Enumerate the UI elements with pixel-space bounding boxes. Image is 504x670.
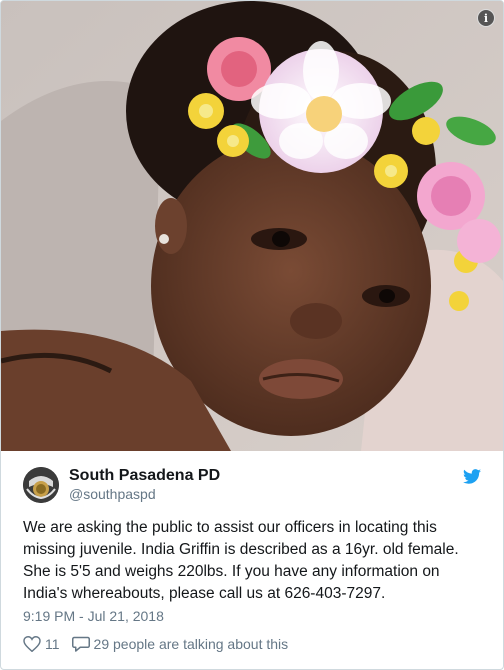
user-handle[interactable]: @southpaspd [69, 485, 220, 503]
talking-count: 29 people are talking about this [93, 635, 289, 652]
tweet-text: We are asking the public to assist our o… [23, 519, 459, 602]
photo-image [1, 1, 503, 451]
tweet-author[interactable]: South Pasadena PD @southpaspd [23, 466, 220, 503]
author-names: South Pasadena PD @southpaspd [69, 466, 220, 503]
speech-bubble-icon [71, 636, 90, 652]
tweet-actions: 11 29 people are talking about this [23, 635, 288, 652]
tweet-timestamp[interactable]: 9:19 PM - Jul 21, 2018 [23, 608, 164, 624]
twitter-bird-icon[interactable] [463, 469, 481, 484]
tweet-card: i South Pasadena PD @southpaspd We are a… [0, 0, 504, 670]
display-name[interactable]: South Pasadena PD [69, 466, 220, 485]
info-icon[interactable]: i [477, 9, 495, 27]
like-action[interactable]: 11 [23, 635, 60, 652]
like-count: 11 [45, 635, 60, 652]
conversation-action[interactable]: 29 people are talking about this [71, 635, 289, 652]
heart-icon [23, 635, 41, 652]
avatar[interactable] [23, 466, 59, 503]
police-badge-avatar-image [23, 466, 59, 503]
tweet-photo[interactable]: i [1, 1, 503, 451]
